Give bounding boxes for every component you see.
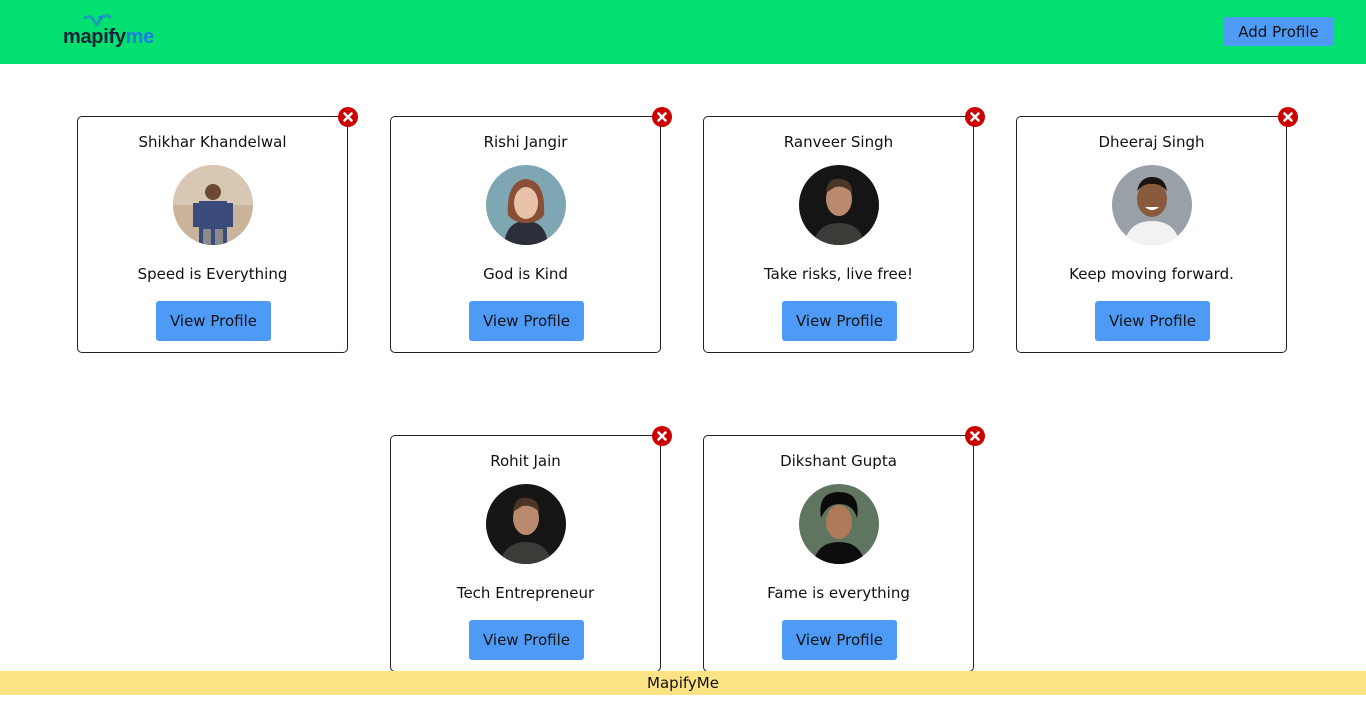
view-profile-button[interactable]: View Profile — [469, 301, 584, 341]
view-profile-button[interactable]: View Profile — [782, 301, 897, 341]
remove-profile-icon[interactable] — [965, 107, 985, 127]
profile-quote: Keep moving forward. — [1069, 265, 1234, 283]
profile-name: Ranveer Singh — [783, 133, 894, 151]
profile-name: Dheeraj Singh — [1098, 133, 1205, 151]
remove-profile-icon[interactable] — [1278, 107, 1298, 127]
add-profile-button[interactable]: Add Profile — [1223, 17, 1334, 46]
profile-quote: Tech Entrepreneur — [456, 584, 595, 602]
remove-profile-icon[interactable] — [652, 426, 672, 446]
profile-avatar — [173, 165, 253, 245]
view-profile-button[interactable]: View Profile — [1095, 301, 1210, 341]
profile-quote: God is Kind — [483, 265, 568, 283]
remove-profile-icon[interactable] — [338, 107, 358, 127]
profile-card: Rishi Jangir God is Kind View Profile — [390, 116, 661, 353]
profile-avatar — [486, 484, 566, 564]
footer: MapifyMe — [0, 671, 1366, 695]
profile-quote: Speed is Everything — [137, 265, 288, 283]
profile-card: Rohit Jain Tech Entrepreneur View Profil… — [390, 435, 661, 672]
view-profile-button[interactable]: View Profile — [156, 301, 271, 341]
profile-name: Shikhar Khandelwal — [138, 133, 287, 151]
profile-quote: Take risks, live free! — [763, 265, 913, 283]
profile-card: Dikshant Gupta Fame is everything View P… — [703, 435, 974, 672]
view-profile-button[interactable]: View Profile — [782, 620, 897, 660]
remove-profile-icon[interactable] — [652, 107, 672, 127]
footer-text: MapifyMe — [647, 674, 719, 692]
view-profile-button[interactable]: View Profile — [469, 620, 584, 660]
logo-text: mapifyme — [63, 26, 154, 48]
profile-avatar — [486, 165, 566, 245]
profile-name: Rohit Jain — [490, 452, 561, 470]
profile-quote: Fame is everything — [767, 584, 910, 602]
profile-avatar — [799, 484, 879, 564]
profile-card: Shikhar Khandelwal Speed is Everything V… — [77, 116, 348, 353]
mapifyme-logo[interactable]: mapifyme — [63, 14, 173, 50]
profile-avatar — [1112, 165, 1192, 245]
top-navbar: mapifyme Add Profile — [0, 0, 1366, 64]
remove-profile-icon[interactable] — [965, 426, 985, 446]
profile-name: Rishi Jangir — [483, 133, 568, 151]
profile-card: Dheeraj Singh Keep moving forward. View … — [1016, 116, 1287, 353]
profile-name: Dikshant Gupta — [780, 452, 897, 470]
profile-card: Ranveer Singh Take risks, live free! Vie… — [703, 116, 974, 353]
profile-avatar — [799, 165, 879, 245]
